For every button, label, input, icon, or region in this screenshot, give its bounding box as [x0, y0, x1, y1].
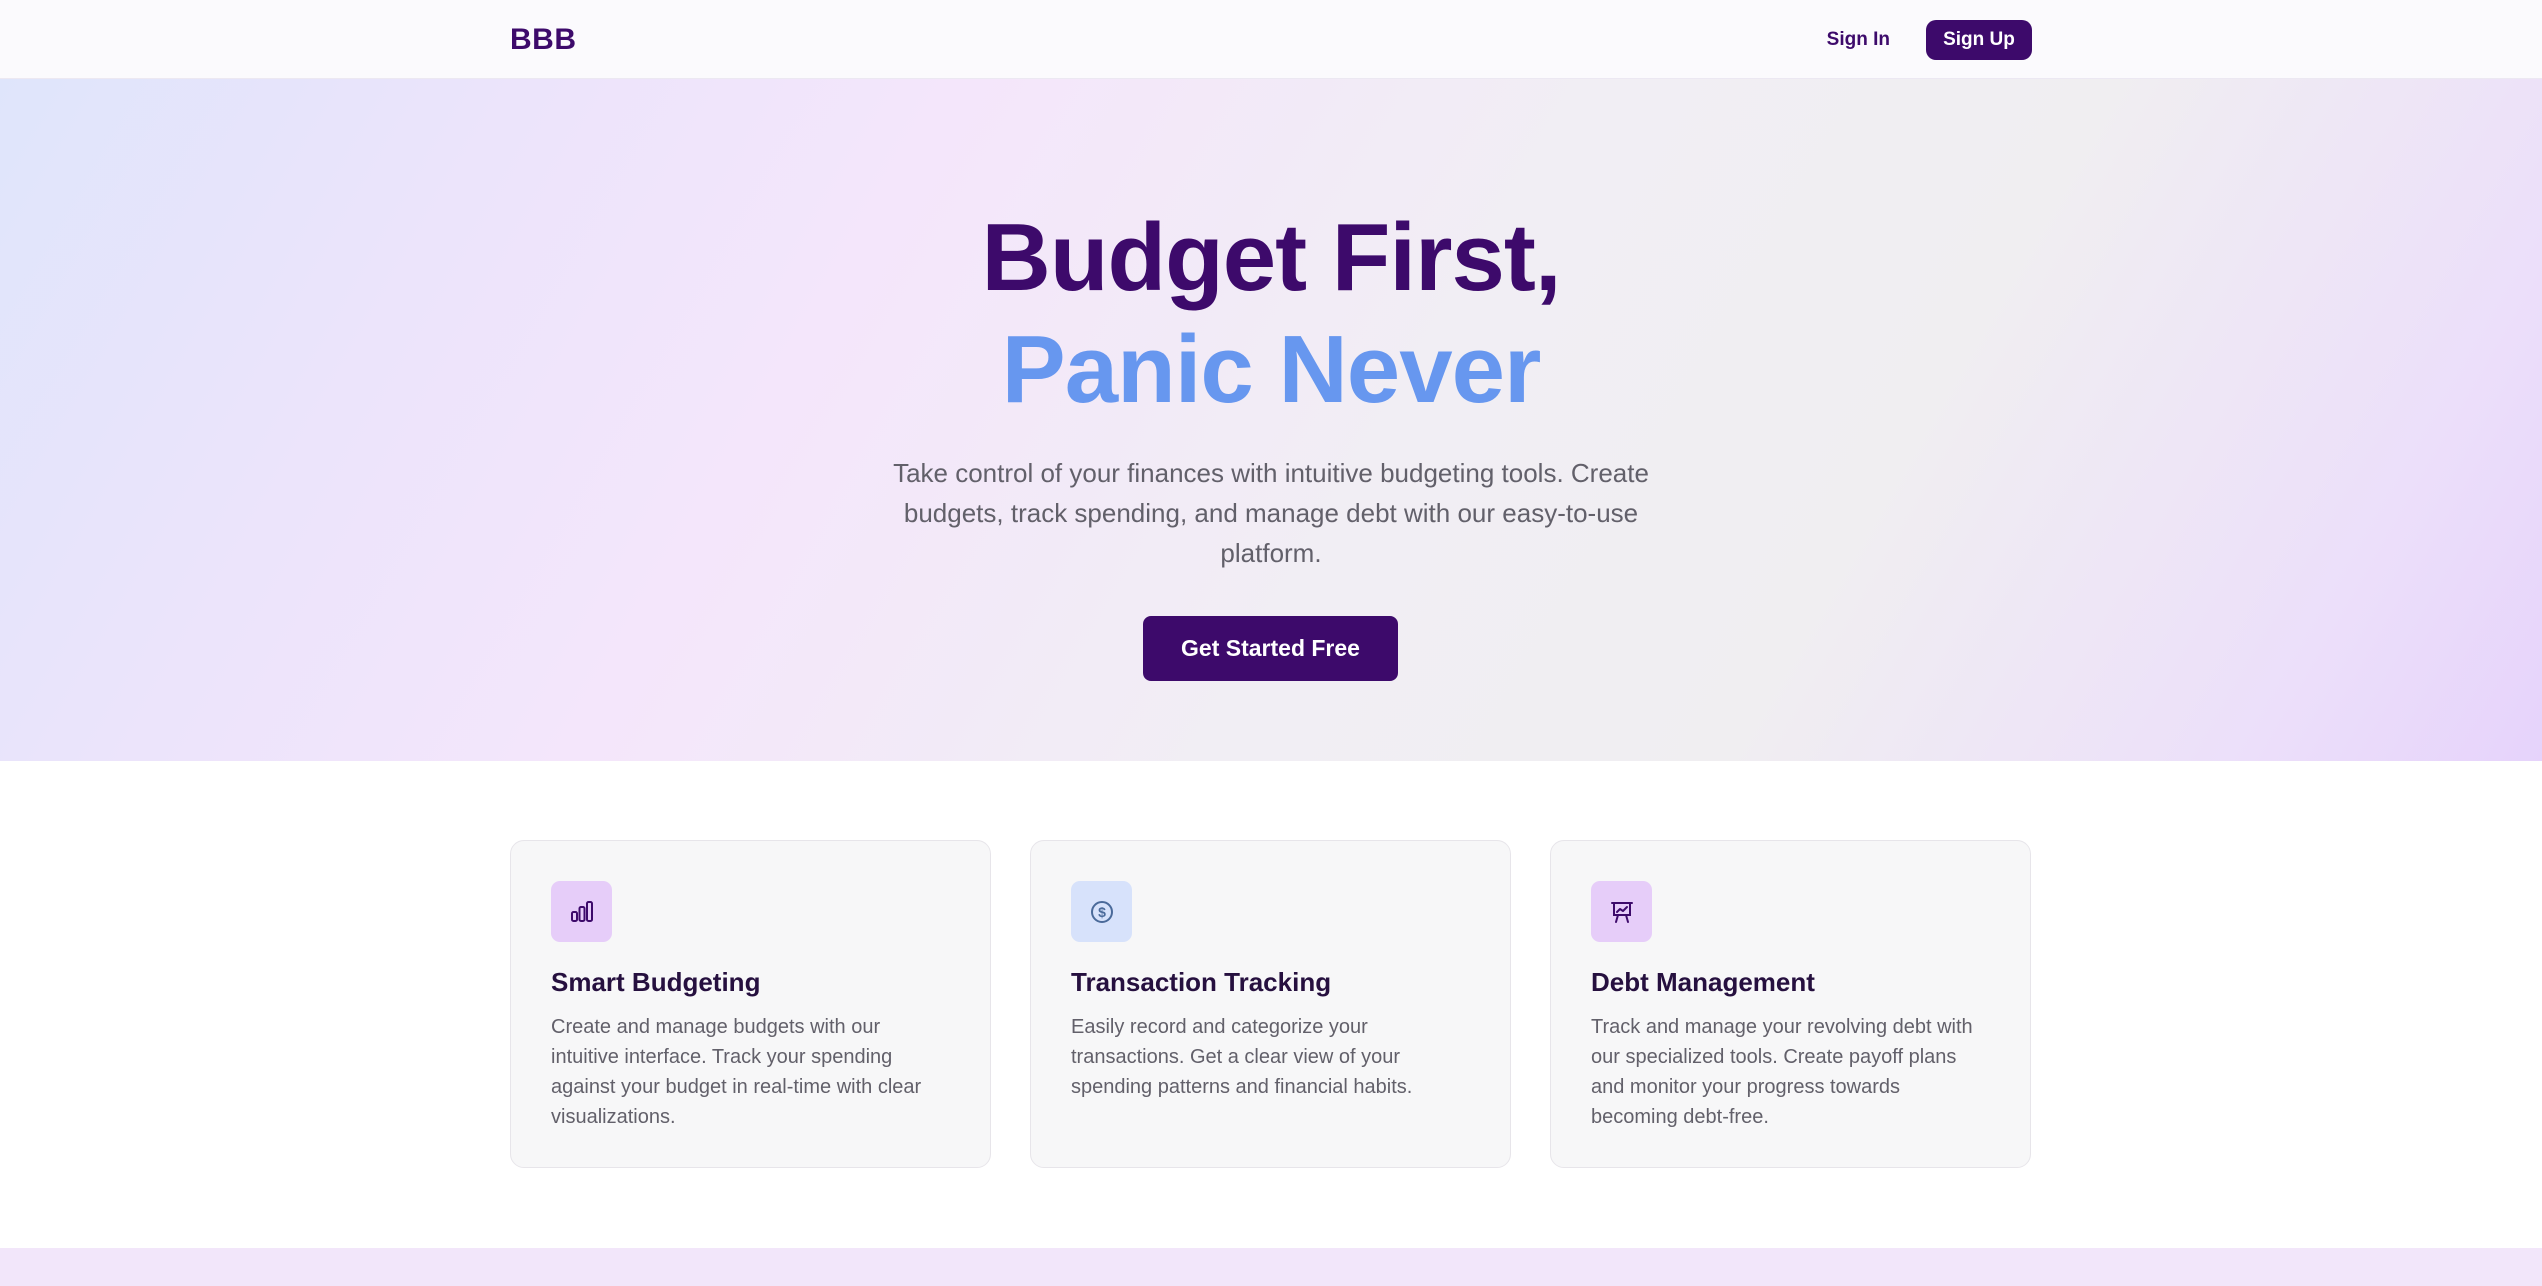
nav-actions: Sign In Sign Up: [1827, 19, 2032, 60]
dollar-circle-icon: $: [1071, 881, 1132, 942]
brand-logo[interactable]: BBB: [510, 23, 577, 57]
feature-card-smart-budgeting: Smart Budgeting Create and manage budget…: [510, 840, 991, 1168]
feature-card-debt-management: Debt Management Track and manage your re…: [1550, 840, 2031, 1168]
get-started-button[interactable]: Get Started Free: [1143, 616, 1398, 681]
top-navbar: BBB Sign In Sign Up: [0, 0, 2542, 79]
sign-in-button[interactable]: Sign In: [1827, 29, 1890, 51]
hero-title-line1: Budget First,: [981, 204, 1562, 311]
hero-subtitle: Take control of your finances with intui…: [893, 458, 1649, 568]
navbar-inner: BBB Sign In Sign Up: [510, 0, 2032, 79]
feature-description: Track and manage your revolving debt wit…: [1591, 1016, 1973, 1128]
bar-chart-icon: [551, 881, 612, 942]
feature-title: Transaction Tracking: [1071, 967, 1332, 997]
features-section: Smart Budgeting Create and manage budget…: [510, 840, 2031, 1168]
feature-title: Smart Budgeting: [551, 967, 761, 997]
next-section-strip: [0, 1248, 2542, 1286]
feature-title: Debt Management: [1591, 967, 1815, 997]
feature-description: Create and manage budgets with our intui…: [551, 1016, 922, 1128]
presentation-chart-icon: [1591, 881, 1652, 942]
hero-section: Budget First, Panic Never Take control o…: [0, 79, 2542, 761]
svg-text:$: $: [1098, 904, 1106, 920]
hero-title-line2: Panic Never: [1001, 316, 1542, 423]
feature-card-transaction-tracking: $ Transaction Tracking Easily record and…: [1030, 840, 1511, 1168]
sign-up-button[interactable]: Sign Up: [1926, 19, 2032, 60]
feature-description: Easily record and categorize your transa…: [1071, 1016, 1413, 1098]
